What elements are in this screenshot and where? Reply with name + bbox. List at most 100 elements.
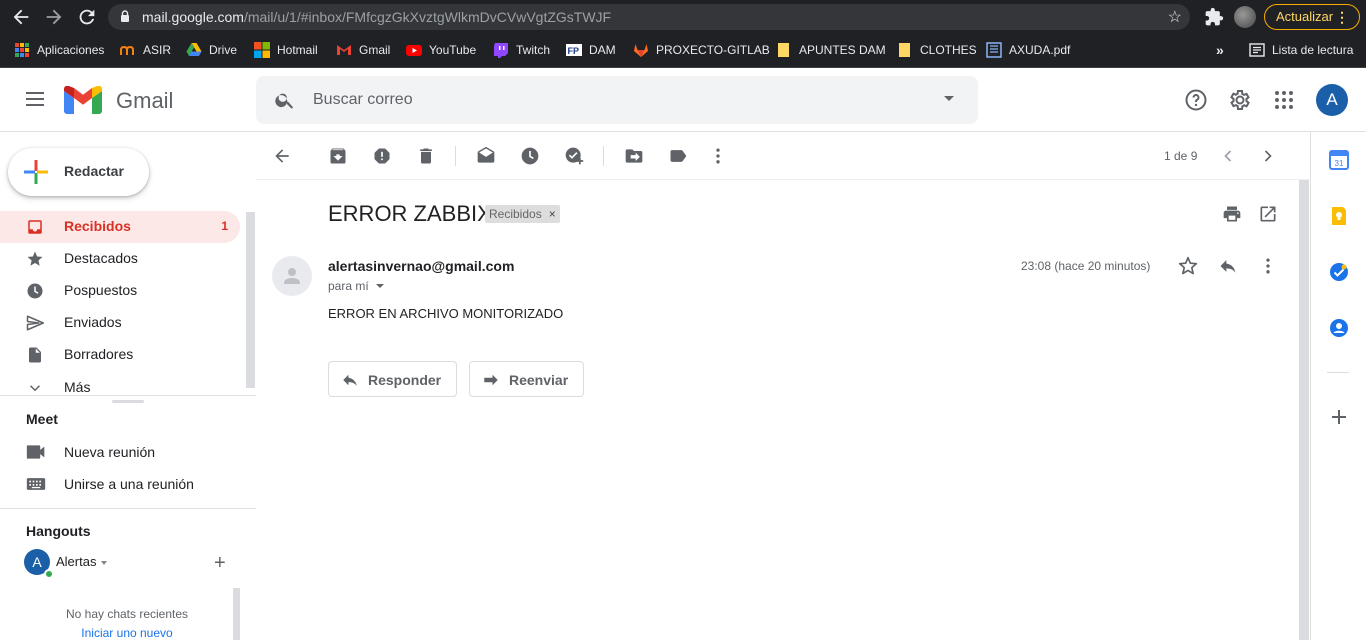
move-to-folder-icon[interactable] <box>624 146 644 166</box>
reply-button[interactable]: Responder <box>328 361 457 397</box>
delete-trash-icon[interactable] <box>416 146 436 166</box>
bookmark-twitch[interactable]: Twitch <box>493 41 550 59</box>
reload-icon[interactable] <box>76 6 98 28</box>
star-icon <box>27 251 43 266</box>
browser-profile-avatar[interactable] <box>1234 6 1256 28</box>
sidebar-item-starred[interactable]: Destacados <box>0 243 240 275</box>
reading-list-icon <box>1249 42 1265 58</box>
inbox-label-chip[interactable]: Recibidos × <box>485 205 560 223</box>
keep-icon[interactable] <box>1329 206 1349 226</box>
contacts-icon[interactable] <box>1329 318 1349 338</box>
bookmark-hotmail[interactable]: Hotmail <box>254 41 318 59</box>
windows-icon <box>254 42 270 58</box>
update-button[interactable]: Actualizar ⋮ <box>1264 4 1360 30</box>
moodle-icon <box>120 42 136 58</box>
sidebar-item-sent[interactable]: Enviados <box>0 307 240 339</box>
bookmark-axuda-pdf[interactable]: AXUDA.pdf <box>986 41 1070 59</box>
compose-button[interactable]: Redactar <box>8 148 149 196</box>
divider <box>1327 372 1349 373</box>
status-dropdown-icon[interactable] <box>101 561 107 565</box>
start-new-chat-link[interactable]: Iniciar uno nuevo <box>20 626 234 640</box>
bookmark-asir[interactable]: ASIR <box>120 41 171 59</box>
main-menu-icon[interactable] <box>26 92 44 106</box>
bookmarks-overflow-button[interactable]: » <box>1216 41 1224 59</box>
folder-icon <box>897 42 913 58</box>
open-new-window-icon[interactable] <box>1258 204 1278 224</box>
sidebar-scrollbar[interactable] <box>246 212 255 388</box>
resize-handle[interactable] <box>112 400 144 403</box>
more-vert-icon: ⋮ <box>1335 9 1349 25</box>
google-apps-icon[interactable] <box>1272 88 1296 112</box>
sidebar-item-inbox[interactable]: Recibidos 1 <box>0 211 240 243</box>
app-name: Gmail <box>116 88 174 113</box>
older-chevron-right-icon[interactable] <box>1258 146 1278 166</box>
fp-icon: FP <box>566 42 582 58</box>
bookmark-star-icon[interactable]: ☆ <box>1168 7 1182 27</box>
bookmark-youtube[interactable]: YouTube <box>406 41 476 59</box>
gitlab-icon <box>633 42 649 58</box>
bookmark-aplicaciones[interactable]: Aplicaciones <box>14 41 104 59</box>
reply-icon[interactable] <box>1218 256 1238 276</box>
hangouts-user-name[interactable]: Alertas <box>56 554 96 569</box>
help-icon[interactable] <box>1184 88 1208 112</box>
sidebar-item-snoozed[interactable]: Pospuestos <box>0 275 240 307</box>
message-more-vert-icon[interactable] <box>1258 256 1278 276</box>
add-to-tasks-icon[interactable] <box>564 146 584 166</box>
bookmark-apuntes-dam[interactable]: APUNTES DAM <box>776 41 886 59</box>
account-avatar[interactable]: A <box>1316 84 1348 116</box>
archive-icon[interactable] <box>328 146 348 166</box>
sender-email[interactable]: alertasinvernao@gmail.com <box>328 258 514 274</box>
snooze-clock-icon[interactable] <box>520 146 540 166</box>
print-icon[interactable] <box>1222 204 1242 224</box>
star-message-icon[interactable] <box>1178 256 1198 276</box>
new-chat-plus-icon[interactable]: + <box>214 552 226 575</box>
settings-gear-icon[interactable] <box>1228 88 1252 112</box>
bookmark-gmail[interactable]: Gmail <box>336 41 390 59</box>
bookmark-dam[interactable]: FP DAM <box>566 41 616 59</box>
show-details-icon[interactable] <box>376 284 384 288</box>
tasks-icon[interactable] <box>1329 262 1349 282</box>
join-meeting-item[interactable]: Unirse a una reunión <box>0 468 256 500</box>
sidebar-item-drafts[interactable]: Borradores <box>0 339 240 371</box>
clock-icon <box>27 283 43 299</box>
calendar-icon[interactable]: 31 <box>1329 150 1349 170</box>
gmail-logo-icon[interactable] <box>64 86 102 114</box>
search-options-icon[interactable] <box>944 96 954 101</box>
keyboard-icon <box>26 478 46 490</box>
bookmark-proxecto-gitlab[interactable]: PROXECTO-GITLAB <box>633 41 770 59</box>
label-tag-icon[interactable] <box>668 146 688 166</box>
newer-chevron-left-icon[interactable] <box>1218 146 1238 166</box>
youtube-icon <box>406 42 422 58</box>
hangouts-section-title: Hangouts <box>26 523 91 539</box>
mark-unread-icon[interactable] <box>476 146 496 166</box>
forward-button[interactable]: Reenviar <box>469 361 584 397</box>
search-box[interactable]: Buscar correo <box>256 76 978 124</box>
main-scrollbar[interactable] <box>1299 180 1309 640</box>
search-icon[interactable] <box>274 89 296 111</box>
back-arrow-icon[interactable] <box>10 6 32 28</box>
back-to-inbox-icon[interactable] <box>272 146 292 166</box>
sender-avatar[interactable] <box>272 256 312 296</box>
get-addons-plus-icon[interactable] <box>1329 407 1349 427</box>
bookmark-drive[interactable]: Drive <box>186 41 237 59</box>
apps-grid-icon <box>14 42 30 58</box>
report-spam-icon[interactable] <box>372 146 392 166</box>
divider <box>0 508 256 509</box>
send-icon <box>26 315 44 331</box>
online-status-dot <box>44 569 54 579</box>
remove-label-icon[interactable]: × <box>549 205 556 223</box>
url-text: mail.google.com/mail/u/1/#inbox/FMfcgzGk… <box>142 9 612 25</box>
search-input[interactable]: Buscar correo <box>313 91 413 109</box>
meet-section-title: Meet <box>26 411 58 427</box>
lock-icon <box>121 10 129 22</box>
forward-arrow-icon[interactable] <box>43 6 65 28</box>
address-bar[interactable]: mail.google.com/mail/u/1/#inbox/FMfcgzGk… <box>108 4 1190 30</box>
more-vert-icon[interactable] <box>708 146 728 166</box>
email-subject: ERROR ZABBIX <box>328 201 492 226</box>
bookmark-clothes[interactable]: CLOTHES <box>897 41 977 59</box>
extensions-puzzle-icon[interactable] <box>1204 7 1224 27</box>
unread-count: 1 <box>221 219 228 233</box>
hangouts-scrollbar[interactable] <box>233 588 240 640</box>
reading-list-button[interactable]: Lista de lectura <box>1249 41 1353 59</box>
new-meeting-item[interactable]: Nueva reunión <box>0 436 256 468</box>
